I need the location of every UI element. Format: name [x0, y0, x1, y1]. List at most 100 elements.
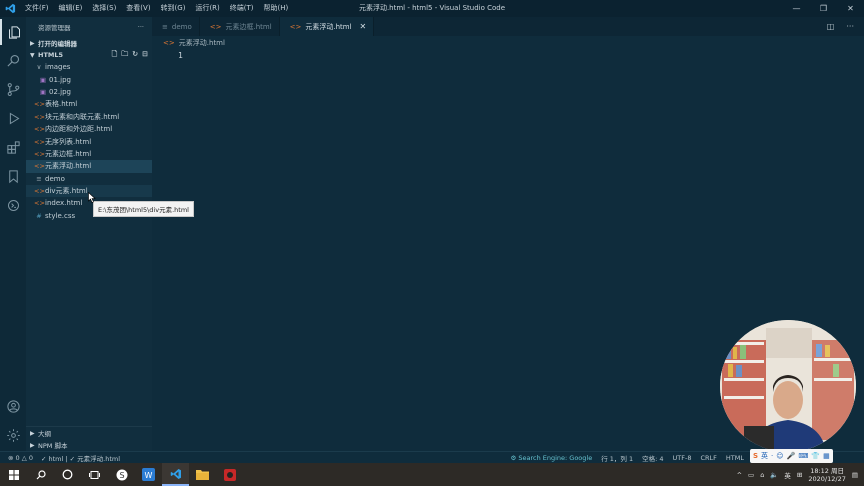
bookmark-icon[interactable]: [0, 163, 26, 189]
app-s-icon[interactable]: S: [108, 463, 135, 486]
window-controls: — ❐ ✕: [783, 0, 864, 17]
source-control-icon[interactable]: [0, 76, 26, 102]
tree-item-padding-margin-html[interactable]: <> 内边距和外边距.html: [26, 123, 152, 135]
error-icon: ⊗: [8, 453, 14, 462]
image-file-icon: ▣: [39, 75, 47, 84]
ime-punct-icon[interactable]: ·: [771, 452, 773, 460]
sogou-ime-icon[interactable]: S: [753, 452, 758, 460]
clock[interactable]: 18:12 周日 2020/12/27: [808, 467, 845, 483]
explorer-header: 资源管理器 ···: [26, 17, 152, 37]
settings-gear-icon[interactable]: [0, 422, 26, 448]
tab-float-html[interactable]: <> 元素浮动.html ✕: [279, 17, 375, 36]
clock-date: 2020/12/27: [808, 474, 846, 483]
windows-taskbar: S W ^ ▭ ⌂ 🔈 英 ⊞ 18:12 周日 2020/12/27 ▤: [0, 463, 864, 486]
remote-icon[interactable]: [0, 192, 26, 218]
tree-item-float-html[interactable]: <> 元素浮动.html: [26, 160, 152, 173]
input-language[interactable]: 英: [784, 470, 791, 480]
search-icon[interactable]: [0, 47, 26, 73]
html-file-icon: <>: [34, 149, 45, 158]
recorder-app-icon[interactable]: [216, 463, 243, 486]
indentation[interactable]: 空格: 4: [642, 453, 663, 463]
html-file-icon: <>: [289, 22, 302, 31]
ime-toolbar: S 英 · ☺ 🎤 ⌨ 👕 ▦: [750, 449, 833, 463]
editor-actions: ◫ ···: [827, 17, 864, 36]
tab-demo[interactable]: ≡ demo: [152, 17, 200, 36]
tree-item-label: style.css: [45, 211, 76, 220]
html-file-icon: <>: [209, 22, 222, 31]
task-view-icon[interactable]: [81, 463, 108, 486]
tree-item-block-inline-html[interactable]: <> 块元素和内联元素.html: [26, 111, 152, 123]
project-label: HTML5: [38, 51, 64, 59]
extensions-icon[interactable]: [0, 134, 26, 160]
file-explorer-icon[interactable]: [189, 463, 216, 486]
volume-icon[interactable]: 🔈: [770, 471, 778, 479]
ime-emoji-icon[interactable]: ☺: [776, 452, 783, 460]
more-actions-icon[interactable]: ···: [138, 23, 144, 31]
tree-item-02-jpg[interactable]: ▣ 02.jpg: [26, 86, 152, 98]
breadcrumb-file[interactable]: 元素浮动.html: [179, 38, 225, 48]
battery-icon[interactable]: ▭: [748, 471, 754, 479]
tree-item-01-jpg[interactable]: ▣ 01.jpg: [26, 73, 152, 85]
menu-terminal[interactable]: 终端(T): [225, 0, 259, 17]
ime-tray-icon[interactable]: ⊞: [797, 471, 802, 479]
css-file-icon: #: [36, 211, 42, 220]
problems-indicator[interactable]: ⊗ 0 △ 0: [8, 454, 33, 462]
tree-item-table-html[interactable]: <> 表格.html: [26, 98, 152, 110]
menu-file[interactable]: 文件(F): [20, 0, 54, 17]
tree-item-unordered-list-html[interactable]: <> 无序列表.html: [26, 135, 152, 147]
tree-item-label: 表格.html: [45, 100, 78, 109]
split-editor-icon[interactable]: ◫: [827, 22, 835, 31]
wps-writer-icon[interactable]: W: [135, 463, 162, 486]
outline-section[interactable]: ▶ 大纲: [26, 427, 152, 439]
refresh-icon[interactable]: ↻: [132, 50, 138, 61]
new-folder-icon[interactable]: 🗀: [121, 50, 128, 61]
tree-item-images[interactable]: ∨ images: [26, 61, 152, 73]
ime-keyboard-icon[interactable]: ⌨: [798, 452, 808, 460]
html-file-icon: <>: [34, 187, 45, 196]
ime-mode[interactable]: 英: [761, 451, 768, 461]
html-check[interactable]: ✓ html | ✓ 元素浮动.html: [41, 453, 120, 463]
tab-border-html[interactable]: <> 元素边框.html: [200, 17, 280, 36]
npm-scripts-section[interactable]: ▶ NPM 脚本: [26, 439, 152, 451]
language-mode[interactable]: HTML: [726, 454, 744, 462]
cursor-position[interactable]: 行 1，列 1: [601, 453, 633, 463]
taskbar-search-icon[interactable]: [27, 463, 54, 486]
editor-tab-bar: ≡ demo <> 元素边框.html <> 元素浮动.html ✕ ◫ ···: [152, 17, 864, 36]
tab-label: 元素边框.html: [225, 22, 272, 31]
ime-tools-icon[interactable]: ▦: [823, 452, 830, 460]
ime-skin-icon[interactable]: 👕: [811, 452, 820, 460]
close-tab-icon[interactable]: ✕: [360, 22, 367, 31]
network-icon[interactable]: ⌂: [760, 471, 764, 479]
tree-item-demo[interactable]: ≡ demo: [26, 173, 152, 185]
minimize-button[interactable]: —: [783, 0, 810, 17]
explorer-icon[interactable]: [0, 19, 26, 45]
start-button-icon[interactable]: [0, 463, 27, 486]
search-engine-status[interactable]: ⚙ Search Engine: Google: [510, 454, 592, 462]
cortana-icon[interactable]: [54, 463, 81, 486]
html-file-icon: <>: [34, 199, 45, 208]
notifications-icon[interactable]: ▤: [852, 471, 858, 479]
menu-bar: 文件(F) 编辑(E) 选择(S) 查看(V) 转到(G) 运行(R) 终端(T…: [20, 0, 293, 17]
menu-edit[interactable]: 编辑(E): [54, 0, 88, 17]
ime-mic-icon[interactable]: 🎤: [787, 452, 796, 460]
collapse-all-icon[interactable]: ⊟: [142, 50, 148, 61]
show-hidden-icons-icon[interactable]: ^: [737, 471, 742, 479]
account-icon[interactable]: [0, 393, 26, 419]
menu-go[interactable]: 转到(G): [156, 0, 191, 17]
tree-item-label: 01.jpg: [49, 75, 71, 84]
run-debug-icon[interactable]: [0, 105, 26, 131]
menu-help[interactable]: 帮助(H): [259, 0, 294, 17]
close-window-button[interactable]: ✕: [837, 0, 864, 17]
project-section[interactable]: ▼ HTML5 🗋 🗀 ↻ ⊟: [26, 49, 152, 61]
open-editors-section[interactable]: ▶ 打开的编辑器: [26, 37, 152, 49]
menu-selection[interactable]: 选择(S): [87, 0, 121, 17]
more-actions-icon[interactable]: ···: [846, 22, 854, 31]
vscode-taskbar-icon[interactable]: [162, 463, 189, 486]
menu-view[interactable]: 查看(V): [121, 0, 155, 17]
encoding[interactable]: UTF-8: [673, 454, 692, 462]
line-ending[interactable]: CRLF: [700, 454, 716, 462]
menu-run[interactable]: 运行(R): [190, 0, 224, 17]
tree-item-border-html[interactable]: <> 元素边框.html: [26, 148, 152, 160]
new-file-icon[interactable]: 🗋: [112, 50, 118, 61]
restore-button[interactable]: ❐: [810, 0, 837, 17]
